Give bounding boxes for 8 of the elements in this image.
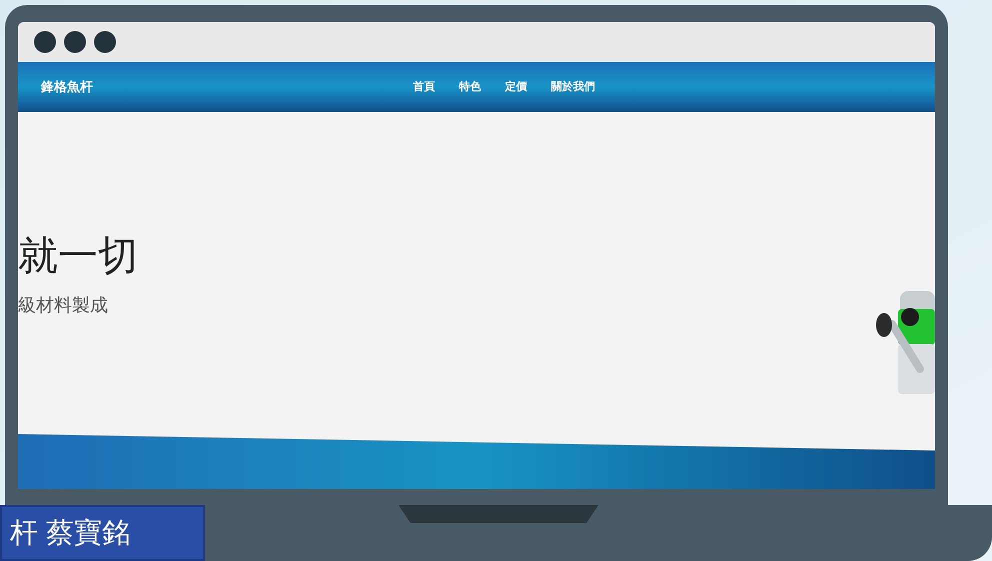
nav-link[interactable]: 首頁	[413, 78, 435, 96]
caption-text: 杆 蔡寶銘	[10, 516, 130, 550]
nav-link[interactable]: 關於我們	[551, 78, 595, 96]
hero-subtitle: 級材料製成	[18, 294, 109, 317]
nav-link[interactable]: 特色	[459, 78, 481, 96]
brand-name[interactable]: 鋒格魚杆	[41, 77, 93, 97]
nav-link[interactable]: 定價	[505, 78, 527, 96]
hero-headline: 就一切	[18, 233, 138, 280]
